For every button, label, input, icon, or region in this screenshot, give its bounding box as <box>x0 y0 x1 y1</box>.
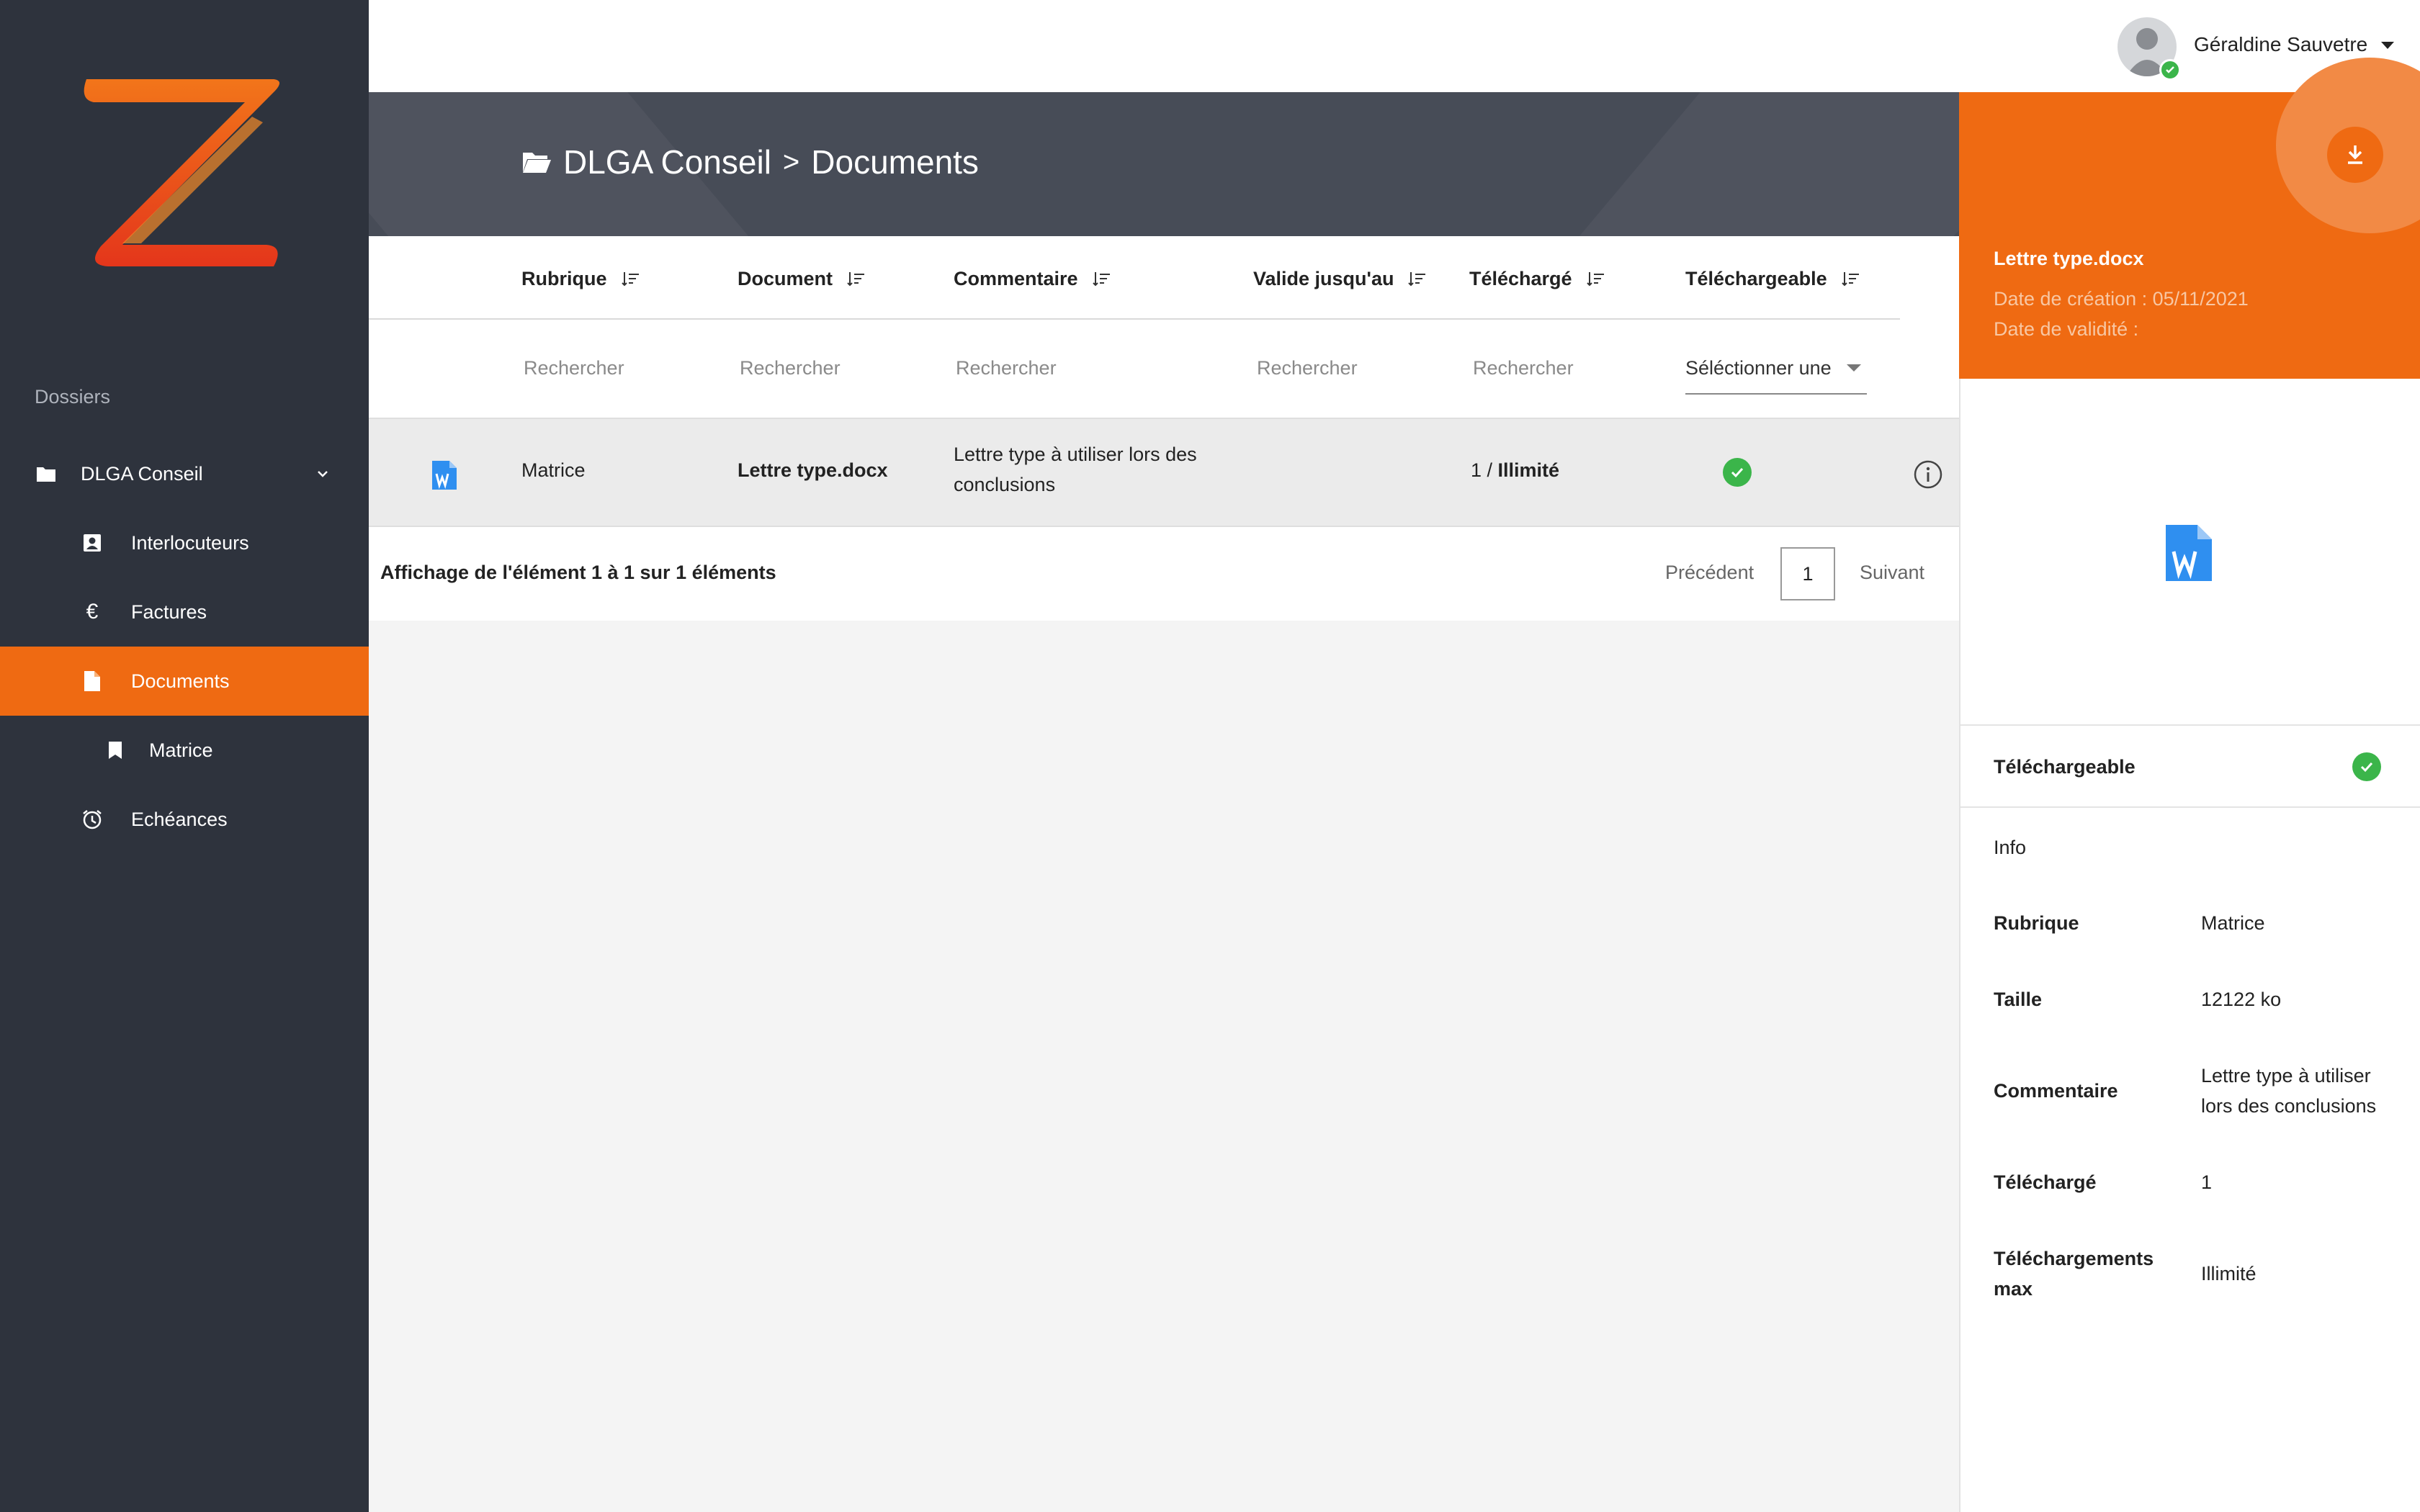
filter-rubrique-input[interactable]: Rechercher <box>524 357 624 379</box>
panel-downloadable-label: Téléchargeable <box>1994 756 2136 778</box>
telecharge-count: 1 / <box>1471 459 1498 481</box>
sidebar-item-interlocuteurs[interactable]: Interlocuteurs <box>0 508 369 577</box>
header-divider <box>369 318 1900 320</box>
filter-telechargeable-select[interactable]: Séléctionner une <box>1685 354 1867 395</box>
bookmark-icon <box>104 739 127 762</box>
document-icon <box>81 670 104 693</box>
cell-telecharge: 1 / Illimité <box>1471 459 1559 482</box>
detail-commentaire-value-line1: Lettre type à utiliser <box>2201 1065 2371 1086</box>
detail-max-label-line2: max <box>1994 1278 2033 1300</box>
sort-icon[interactable] <box>846 269 866 289</box>
detail-taille-value: 12122 ko <box>2201 989 2282 1010</box>
detail-telecharge-value: 1 <box>2201 1171 2213 1193</box>
sidebar-section-label: Dossiers <box>35 386 111 408</box>
chevron-down-icon[interactable] <box>314 465 331 482</box>
detail-max-label-line1: Téléchargements <box>1994 1248 2154 1269</box>
sort-icon[interactable] <box>1840 269 1860 289</box>
table-row[interactable]: Matrice Lettre type.docx Lettre type à u… <box>369 418 1959 527</box>
sidebar-item-label: Factures <box>131 600 207 623</box>
user-menu-caret-icon[interactable] <box>2381 42 2394 49</box>
select-value: Séléctionner une <box>1685 357 1832 379</box>
filter-document-input[interactable]: Rechercher <box>740 357 841 379</box>
panel-divider <box>1960 806 2420 808</box>
column-label: Document <box>738 268 833 289</box>
page-title: Documents <box>811 143 979 181</box>
sidebar-item-dlga-conseil[interactable]: DLGA Conseil <box>0 439 369 508</box>
download-button[interactable] <box>2327 127 2383 183</box>
pagination-next-button[interactable]: Suivant <box>1860 562 1924 584</box>
filter-commentaire-input[interactable]: Rechercher <box>956 357 1057 379</box>
column-header-telechargeable[interactable]: Téléchargeable <box>1685 268 1860 290</box>
euro-icon: € <box>86 600 99 624</box>
downloadable-check-icon <box>1723 458 1752 487</box>
open-folder-icon <box>523 153 551 173</box>
cell-rubrique: Matrice <box>521 459 586 481</box>
pagination-page-1[interactable]: 1 <box>1780 547 1835 600</box>
download-icon <box>2348 145 2362 164</box>
detail-telecharge-label: Téléchargé <box>1994 1171 2097 1193</box>
cell-commentaire-line1: Lettre type à utiliser lors des <box>954 444 1197 465</box>
top-bar <box>369 0 2420 92</box>
panel-downloadable-check-icon <box>2352 752 2381 781</box>
sidebar-item-documents[interactable]: Documents <box>0 647 369 716</box>
panel-file-name: Lettre type.docx <box>1994 248 2144 269</box>
sort-icon[interactable] <box>620 269 640 289</box>
column-header-telecharge[interactable]: Téléchargé <box>1469 268 1605 290</box>
column-header-document[interactable]: Document <box>738 268 866 290</box>
detail-commentaire-value-line2: lors des conclusions <box>2201 1095 2377 1117</box>
sidebar-item-echeances[interactable]: Echéances <box>0 785 369 854</box>
contact-card-icon <box>81 531 104 554</box>
panel-info-label: Info <box>1994 837 2027 858</box>
info-icon[interactable] <box>1913 459 1943 490</box>
detail-commentaire-label: Commentaire <box>1994 1080 2118 1102</box>
breadcrumb-folder[interactable]: DLGA Conseil <box>563 143 771 181</box>
panel-created-date: Date de création : 05/11/2021 <box>1994 288 2249 310</box>
detail-taille-label: Taille <box>1994 989 2043 1010</box>
cell-document[interactable]: Lettre type.docx <box>738 459 888 482</box>
column-header-commentaire[interactable]: Commentaire <box>954 268 1111 290</box>
breadcrumb: DLGA Conseil > Documents <box>521 143 979 181</box>
sidebar-item-factures[interactable]: € Factures <box>0 577 369 647</box>
column-header-rubrique[interactable]: Rubrique <box>521 268 640 290</box>
sort-icon[interactable] <box>1091 269 1111 289</box>
pagination-prev-button[interactable]: Précédent <box>1665 562 1754 584</box>
folder-icon <box>35 462 58 485</box>
sidebar-item-label: Echéances <box>131 808 228 830</box>
panel-divider <box>1960 724 2420 726</box>
word-file-icon <box>432 461 457 490</box>
detail-max-value: Illimité <box>2201 1263 2257 1284</box>
filter-valide-input[interactable]: Rechercher <box>1257 357 1358 379</box>
sidebar-item-label: Documents <box>131 670 230 692</box>
sort-icon[interactable] <box>1407 269 1427 289</box>
cell-commentaire-line2: conclusions <box>954 474 1056 495</box>
column-header-valide[interactable]: Valide jusqu'au <box>1253 268 1427 290</box>
column-label: Commentaire <box>954 268 1078 289</box>
sidebar-item-label: Matrice <box>149 739 213 761</box>
company-logo[interactable] <box>79 72 288 288</box>
word-file-preview-icon[interactable] <box>2164 523 2214 583</box>
alarm-clock-icon <box>81 808 104 831</box>
sidebar-item-label: Interlocuteurs <box>131 531 249 554</box>
column-label: Téléchargé <box>1469 268 1572 289</box>
sidebar-item-label: DLGA Conseil <box>81 462 203 485</box>
column-label: Valide jusqu'au <box>1253 268 1394 289</box>
breadcrumb-separator: > <box>782 145 800 178</box>
online-status-icon <box>2159 59 2181 81</box>
column-label: Téléchargeable <box>1685 268 1827 289</box>
detail-rubrique-label: Rubrique <box>1994 912 2079 934</box>
sidebar: Dossiers DLGA Conseil Interlocuteurs € F… <box>0 0 369 1512</box>
user-name[interactable]: Géraldine Sauvetre <box>2194 33 2367 56</box>
sort-icon[interactable] <box>1585 269 1605 289</box>
detail-rubrique-value: Matrice <box>2201 912 2265 934</box>
telecharge-max: Illimité <box>1497 459 1560 481</box>
filter-telecharge-input[interactable]: Rechercher <box>1473 357 1574 379</box>
pagination-info: Affichage de l'élément 1 à 1 sur 1 éléme… <box>380 562 776 583</box>
column-label: Rubrique <box>521 268 607 289</box>
panel-validity-date: Date de validité : <box>1994 318 2139 340</box>
dropdown-caret-icon <box>1847 364 1861 372</box>
sidebar-item-matrice[interactable]: Matrice <box>0 716 369 785</box>
